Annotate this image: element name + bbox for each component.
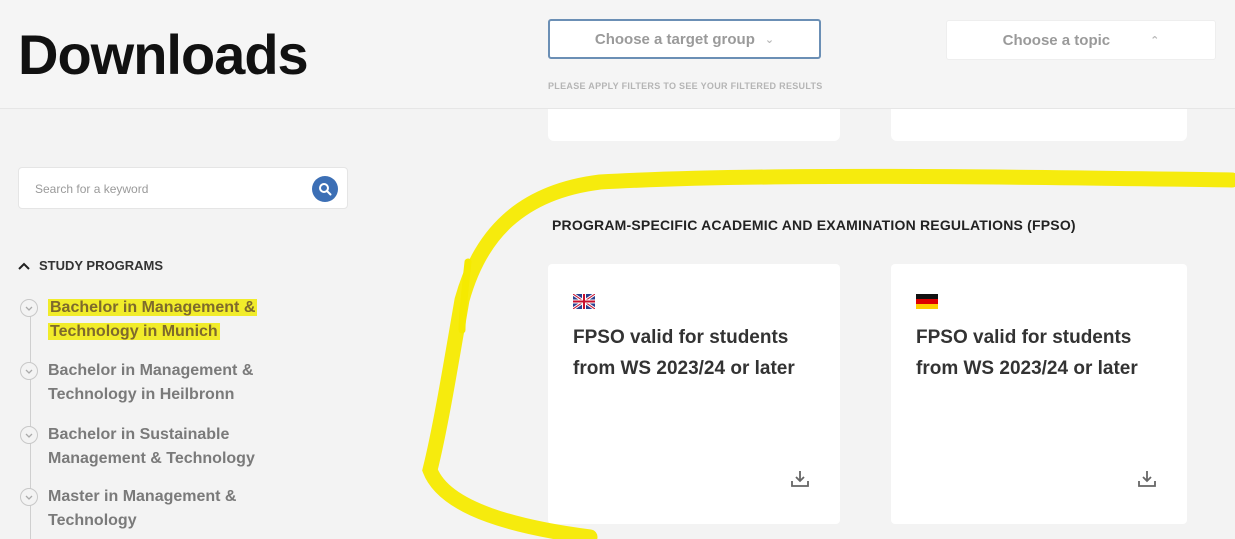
sidebar-item-bachelor-heilbronn[interactable]: Bachelor in Management & Technology in H…	[20, 359, 298, 407]
fpso-card-english[interactable]: FPSO valid for students from WS 2023/24 …	[548, 264, 840, 524]
search-box	[18, 167, 348, 209]
page-title: Downloads	[18, 23, 309, 86]
chevron-down-icon	[20, 426, 38, 444]
germany-flag-icon	[916, 294, 938, 309]
sidebar-item-label: Bachelor in Sustainable Management & Tec…	[48, 426, 255, 467]
filter-hint: PLEASE APPLY FILTERS TO SEE YOUR FILTERE…	[548, 81, 823, 91]
chevron-down-icon	[20, 488, 38, 506]
fpso-card-german[interactable]: FPSO valid for students from WS 2023/24 …	[891, 264, 1187, 524]
study-programs-toggle[interactable]: STUDY PROGRAMS	[18, 258, 163, 273]
download-icon[interactable]	[790, 470, 810, 488]
card-text: FPSO valid for students from WS 2023/24 …	[916, 327, 1138, 379]
sidebar-item-bachelor-sustainable[interactable]: Bachelor in Sustainable Management & Tec…	[20, 423, 298, 471]
card-text: FPSO valid for students from WS 2023/24 …	[573, 327, 795, 379]
target-group-select[interactable]: Choose a target group ⌄	[548, 19, 821, 59]
chevron-down-icon	[20, 362, 38, 380]
sidebar-item-label: Bachelor in Management & Technology in H…	[48, 362, 254, 403]
sidebar-item-label: Master in Management & Technology	[48, 488, 237, 529]
uk-flag-icon	[573, 294, 595, 309]
chevron-up-icon	[18, 262, 30, 270]
search-button[interactable]	[312, 176, 338, 202]
topic-select[interactable]: Choose a topic ⌃	[946, 20, 1216, 60]
download-icon[interactable]	[1137, 470, 1157, 488]
search-icon	[319, 183, 332, 196]
chevron-up-icon: ⌃	[1150, 34, 1160, 47]
sidebar-item-master-mt[interactable]: Master in Management & Technology	[20, 485, 298, 533]
fpso-section-title: PROGRAM-SPECIFIC ACADEMIC AND EXAMINATIO…	[552, 217, 1076, 233]
sidebar-item-label: Bachelor in Management & Technology in M…	[48, 299, 258, 340]
card-stub	[891, 109, 1187, 141]
search-input[interactable]	[33, 178, 297, 200]
topic-select-label: Choose a topic	[1002, 31, 1111, 49]
card-stub	[548, 109, 840, 141]
chevron-down-icon	[20, 299, 38, 317]
study-programs-heading: STUDY PROGRAMS	[39, 258, 163, 273]
target-group-select-label: Choose a target group	[594, 30, 755, 48]
sidebar-item-bachelor-munich[interactable]: Bachelor in Management & Technology in M…	[20, 296, 298, 344]
chevron-down-icon: ⌄	[764, 33, 775, 46]
